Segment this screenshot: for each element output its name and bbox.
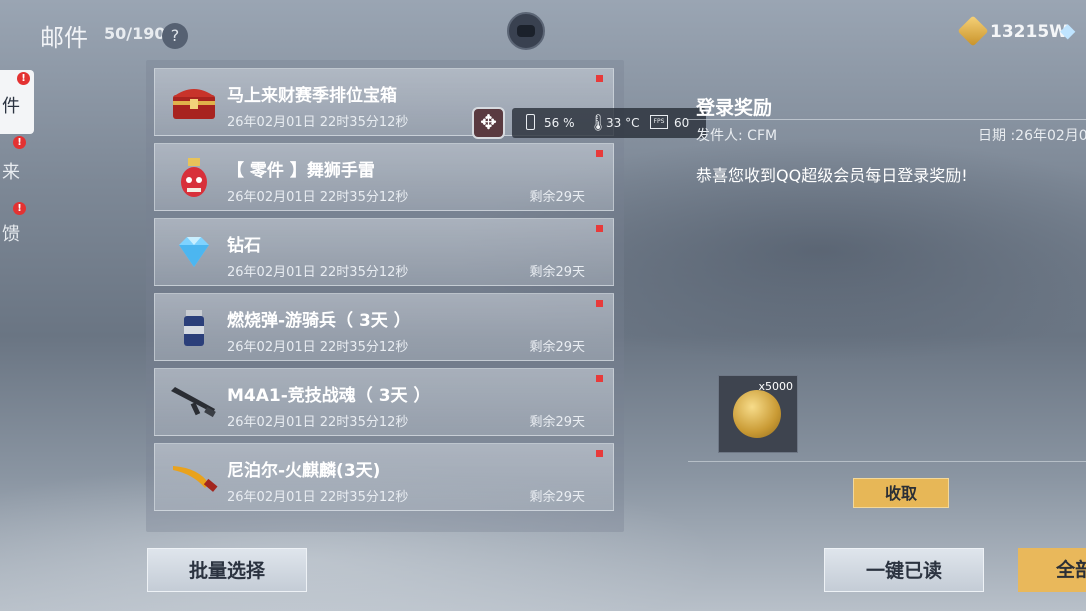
tab-incoming[interactable]: ! 来 (0, 136, 34, 194)
unread-dot (596, 375, 603, 382)
treasure-chest-icon (173, 89, 215, 119)
list-item[interactable]: 【 零件 】舞狮手雷 26年02月01日 22时35分12秒 剩余29天 (154, 143, 614, 211)
battery-level: 56 % (544, 116, 575, 130)
mail-remaining: 剩余29天 (529, 190, 585, 205)
knife-icon (173, 466, 218, 492)
alert-icon: ! (17, 72, 30, 85)
mail-name: 燃烧弹-游骑兵（ 3天 ） (227, 311, 411, 331)
mail-body: 恭喜您收到QQ超级会员每日登录奖励! (696, 166, 968, 185)
reward-quantity: x5000 (758, 380, 793, 393)
unread-dot (596, 75, 603, 82)
mail-detail-date: 日期 :26年02月01日 (978, 128, 1086, 144)
chat-icon (517, 25, 535, 37)
tab-feedback[interactable]: ! 馈 (0, 202, 34, 256)
mail-remaining: 剩余29天 (529, 415, 585, 430)
batch-select-button[interactable]: 批量选择 (147, 548, 307, 592)
alert-icon: ! (13, 202, 26, 215)
fps-value: 60 (674, 116, 690, 130)
mail-remaining: 剩余29天 (529, 265, 585, 280)
mail-name: M4A1-竞技战魂（ 3天 ） (227, 386, 431, 406)
performance-overlay: 56 % 🌡 33 °C FPS 60 (512, 108, 706, 138)
help-button[interactable]: ? (162, 23, 188, 49)
alert-icon: ! (13, 136, 26, 149)
gold-coin-icon (957, 15, 989, 47)
list-item[interactable]: 尼泊尔-火麒麟(3天) 26年02月01日 22时35分12秒 剩余29天 (154, 443, 614, 511)
mail-date: 26年02月01日 22时35分12秒 (227, 115, 409, 130)
reward-item[interactable]: x5000 (718, 375, 798, 453)
unread-dot (596, 225, 603, 232)
mail-date: 26年02月01日 22时35分12秒 (227, 490, 409, 505)
mail-name: 马上来财赛季排位宝箱 (227, 86, 397, 106)
battery-icon (526, 114, 535, 130)
lion-grenade-icon (181, 158, 207, 197)
chat-button[interactable] (507, 12, 545, 50)
diamond-icon (179, 237, 209, 267)
rifle-icon (171, 387, 216, 418)
divider (688, 461, 1086, 462)
divider (688, 119, 1086, 120)
mail-count: 50/190 (104, 24, 166, 43)
mail-name: 【 零件 】舞狮手雷 (227, 161, 375, 181)
unread-dot (596, 450, 603, 457)
gold-amount: 13215W (990, 22, 1068, 42)
mail-date: 26年02月01日 22时35分12秒 (227, 265, 409, 280)
side-tabs: ! 件 ! 来 ! 馈 (0, 66, 34, 611)
unread-dot (596, 300, 603, 307)
tab-label: 来 (2, 162, 20, 183)
tab-label: 馈 (2, 224, 20, 245)
top-bar: 邮件 50/190 ? 13215W ◆ (0, 0, 1086, 62)
unread-dot (596, 150, 603, 157)
mail-remaining: 剩余29天 (529, 340, 585, 355)
page-title: 邮件 (40, 24, 88, 52)
mail-name: 尼泊尔-火麒麟(3天) (227, 461, 381, 481)
tab-label: 件 (2, 96, 20, 117)
incendiary-grenade-icon (184, 310, 204, 346)
mail-remaining: 剩余29天 (529, 490, 585, 505)
list-item[interactable]: 钻石 26年02月01日 22时35分12秒 剩余29天 (154, 218, 614, 286)
claim-button[interactable]: 收取 (853, 478, 949, 508)
mark-all-read-button[interactable]: 一键已读 (824, 548, 984, 592)
diamond-add-icon[interactable]: ◆ (1060, 20, 1082, 40)
mail-date: 26年02月01日 22时35分12秒 (227, 190, 409, 205)
list-item[interactable]: M4A1-竞技战魂（ 3天 ） 26年02月01日 22时35分12秒 剩余29… (154, 368, 614, 436)
mail-sender: 发件人: CFM (696, 128, 778, 144)
list-item[interactable]: 燃烧弹-游骑兵（ 3天 ） 26年02月01日 22时35分12秒 剩余29天 (154, 293, 614, 361)
mail-date: 26年02月01日 22时35分12秒 (227, 340, 409, 355)
tab-mail[interactable]: ! 件 (0, 70, 34, 134)
mail-detail-title: 登录奖励 (696, 97, 773, 119)
temperature-value: 33 °C (606, 116, 640, 130)
mail-name: 钻石 (227, 236, 261, 256)
gold-coin-icon (733, 390, 781, 438)
mail-date: 26年02月01日 22时35分12秒 (227, 415, 409, 430)
move-handle-icon[interactable]: ✥ (472, 107, 505, 139)
claim-all-button[interactable]: 全部 (1018, 548, 1086, 592)
fps-icon: FPS (650, 115, 668, 129)
